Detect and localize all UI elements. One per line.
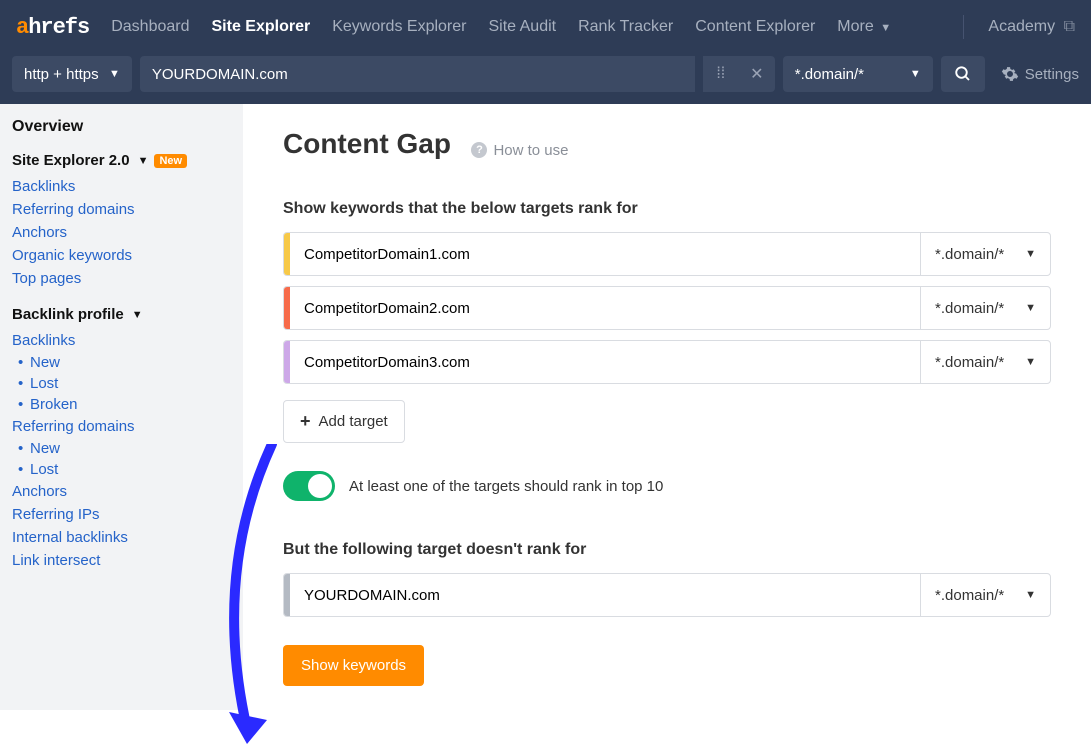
target-input-2[interactable]	[290, 287, 920, 329]
sidebar-link-organic-keywords[interactable]: Organic keywords	[12, 244, 231, 267]
sidebar-section-backlink-profile[interactable]: Backlink profile▼	[12, 306, 231, 323]
chevron-down-icon: ▼	[1025, 356, 1036, 368]
sidebar-link-internal-backlinks[interactable]: Internal backlinks	[12, 526, 231, 549]
nav-academy[interactable]: Academy ⧉	[988, 18, 1075, 36]
gear-icon	[1001, 65, 1019, 83]
toggle-label: At least one of the targets should rank …	[349, 478, 663, 495]
top-navigation: ahrefs Dashboard Site Explorer Keywords …	[0, 0, 1091, 54]
chevron-down-icon: ▼	[1025, 589, 1036, 601]
sidebar-link-link-intersect[interactable]: Link intersect	[12, 549, 231, 572]
chevron-down-icon: ▼	[880, 22, 891, 34]
toolbar: http + https ▼ ⁞⁞ ✕ *.domain/*▼ Settings	[0, 54, 1091, 104]
target-scope-select[interactable]: *.domain/*▼	[920, 341, 1050, 383]
sidebar-sublink-rd-lost[interactable]: Lost	[12, 459, 231, 480]
chevron-down-icon: ▼	[1025, 248, 1036, 260]
sidebar-link-bp-anchors[interactable]: Anchors	[12, 480, 231, 503]
settings-button[interactable]: Settings	[1001, 65, 1079, 83]
clear-input-button[interactable]: ✕	[739, 56, 775, 92]
target-input-3[interactable]	[290, 341, 920, 383]
compare-icon[interactable]: ⁞⁞	[703, 56, 739, 92]
targets-section-label: Show keywords that the below targets ran…	[283, 200, 1051, 218]
add-target-button[interactable]: + Add target	[283, 400, 405, 443]
new-badge: New	[154, 154, 187, 168]
chevron-down-icon: ▼	[132, 309, 143, 321]
domain-input[interactable]	[140, 56, 695, 92]
exclude-section-label: But the following target doesn't rank fo…	[283, 541, 1051, 559]
toggle-knob	[308, 474, 332, 498]
target-row: *.domain/*▼	[283, 286, 1051, 330]
top10-toggle[interactable]	[283, 471, 335, 501]
divider	[963, 15, 964, 39]
sidebar-link-bp-backlinks[interactable]: Backlinks	[12, 329, 231, 352]
external-link-icon: ⧉	[1059, 18, 1075, 35]
plus-icon: +	[300, 411, 311, 432]
target-scope-select[interactable]: *.domain/*▼	[920, 287, 1050, 329]
sidebar-link-backlinks[interactable]: Backlinks	[12, 175, 231, 198]
page-title: Content Gap	[283, 128, 451, 160]
main-content: Content Gap ? How to use Show keywords t…	[243, 104, 1091, 710]
sidebar-link-top-pages[interactable]: Top pages	[12, 267, 231, 290]
nav-keywords-explorer[interactable]: Keywords Explorer	[332, 18, 466, 36]
sidebar-link-referring-ips[interactable]: Referring IPs	[12, 503, 231, 526]
protocol-select[interactable]: http + https ▼	[12, 56, 132, 92]
nav-site-audit[interactable]: Site Audit	[488, 18, 556, 36]
target-row: *.domain/*▼	[283, 340, 1051, 384]
chevron-down-icon: ▼	[109, 68, 120, 80]
show-keywords-button[interactable]: Show keywords	[283, 645, 424, 686]
sidebar-sublink-broken[interactable]: Broken	[12, 394, 231, 415]
sidebar-overview[interactable]: Overview	[12, 118, 231, 136]
sidebar-sublink-lost[interactable]: Lost	[12, 373, 231, 394]
sidebar-link-referring-domains[interactable]: Referring domains	[12, 198, 231, 221]
sidebar-section-site-explorer[interactable]: Site Explorer 2.0▼ New	[12, 152, 231, 169]
exclude-row: *.domain/*▼	[283, 573, 1051, 617]
target-input-1[interactable]	[290, 233, 920, 275]
chevron-down-icon: ▼	[910, 68, 921, 80]
sidebar-link-anchors[interactable]: Anchors	[12, 221, 231, 244]
search-button[interactable]	[941, 56, 985, 92]
nav-more[interactable]: More ▼	[837, 18, 891, 36]
how-to-use-link[interactable]: ? How to use	[471, 142, 568, 159]
logo[interactable]: ahrefs	[16, 15, 89, 40]
search-icon	[954, 65, 972, 83]
nav-content-explorer[interactable]: Content Explorer	[695, 18, 815, 36]
help-icon: ?	[471, 142, 487, 158]
scope-select[interactable]: *.domain/*▼	[783, 56, 933, 92]
target-scope-select[interactable]: *.domain/*▼	[920, 233, 1050, 275]
target-row: *.domain/*▼	[283, 232, 1051, 276]
sidebar-sublink-rd-new[interactable]: New	[12, 438, 231, 459]
sidebar: Overview Site Explorer 2.0▼ New Backlink…	[0, 104, 243, 710]
chevron-down-icon: ▼	[138, 155, 149, 167]
chevron-down-icon: ▼	[1025, 302, 1036, 314]
sidebar-link-bp-referring-domains[interactable]: Referring domains	[12, 415, 231, 438]
nav-site-explorer[interactable]: Site Explorer	[212, 18, 311, 36]
nav-rank-tracker[interactable]: Rank Tracker	[578, 18, 673, 36]
exclude-scope-select[interactable]: *.domain/*▼	[920, 574, 1050, 616]
nav-dashboard[interactable]: Dashboard	[111, 18, 189, 36]
sidebar-sublink-new[interactable]: New	[12, 352, 231, 373]
exclude-input[interactable]	[290, 574, 920, 616]
